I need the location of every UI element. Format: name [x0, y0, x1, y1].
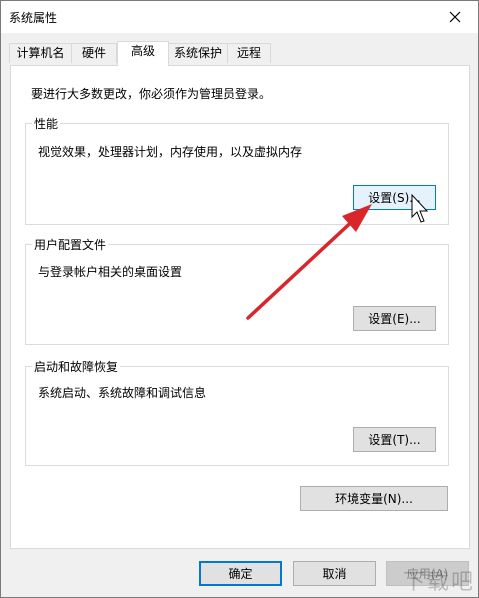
tab-hardware[interactable]: 硬件 — [71, 43, 117, 63]
ok-button[interactable]: 确定 — [199, 561, 282, 586]
startup-recovery-description: 系统启动、系统故障和调试信息 — [38, 386, 207, 400]
user-profiles-settings-button[interactable]: 设置(E)... — [353, 306, 436, 331]
tab-remote[interactable]: 远程 — [227, 43, 271, 63]
apply-button[interactable]: 应用(A) — [386, 561, 469, 586]
tab-computer-name[interactable]: 计算机名 — [9, 43, 72, 63]
tab-system-protection[interactable]: 系统保护 — [168, 43, 228, 63]
cancel-button[interactable]: 取消 — [293, 561, 376, 586]
performance-settings-button[interactable]: 设置(S)... — [353, 185, 436, 210]
system-properties-dialog: 系统属性 计算机名 硬件 高级 系统保护 远程 要进行大多数更改，你必须作为管理… — [0, 0, 479, 598]
user-profiles-group-title: 用户配置文件 — [32, 236, 109, 253]
startup-recovery-settings-button[interactable]: 设置(T)... — [353, 427, 436, 452]
performance-group: 性能 视觉效果，处理器计划，内存使用，以及虚拟内存 设置(S)... — [25, 115, 449, 225]
title-bar[interactable]: 系统属性 — [1, 1, 478, 33]
performance-description: 视觉效果，处理器计划，内存使用，以及虚拟内存 — [38, 145, 303, 159]
close-icon — [449, 11, 461, 23]
admin-notice: 要进行大多数更改，你必须作为管理员登录。 — [31, 87, 272, 101]
window-title: 系统属性 — [9, 11, 58, 25]
environment-variables-button[interactable]: 环境变量(N)... — [300, 486, 448, 511]
close-button[interactable] — [432, 1, 478, 33]
user-profiles-description: 与登录帐户相关的桌面设置 — [38, 265, 183, 279]
performance-group-title: 性能 — [32, 115, 61, 132]
startup-recovery-group: 启动和故障恢复 系统启动、系统故障和调试信息 设置(T)... — [25, 358, 449, 466]
startup-recovery-group-title: 启动和故障恢复 — [32, 358, 121, 375]
user-profiles-group: 用户配置文件 与登录帐户相关的桌面设置 设置(E)... — [25, 236, 449, 345]
tab-advanced[interactable]: 高级 — [117, 41, 169, 66]
